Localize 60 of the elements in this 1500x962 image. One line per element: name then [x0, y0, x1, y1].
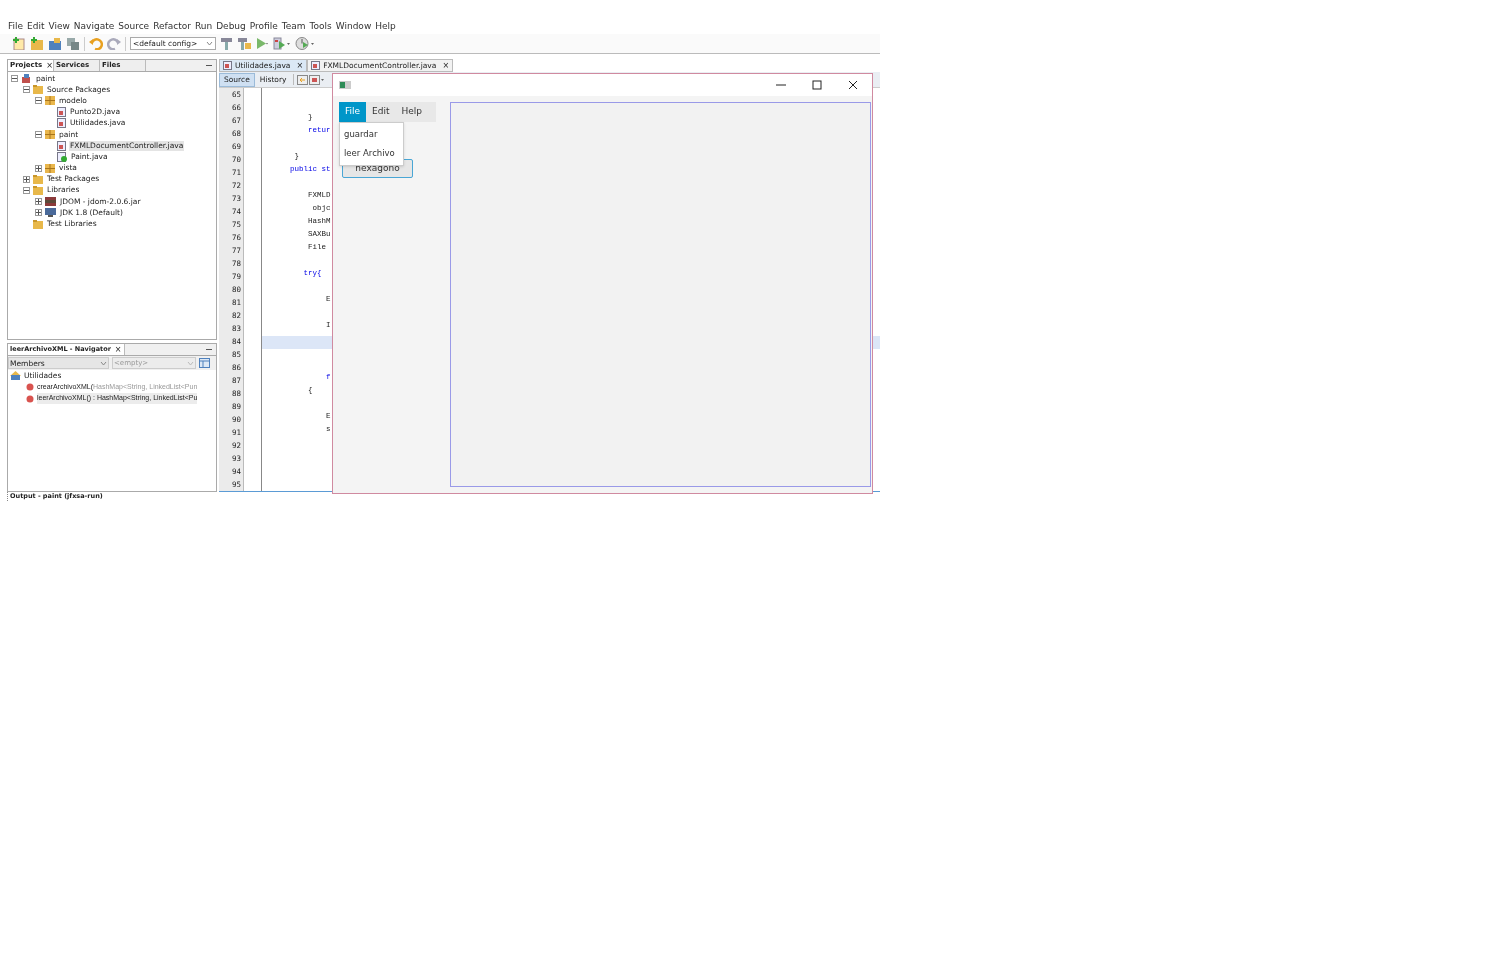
collapse-icon[interactable]: [22, 186, 30, 194]
app-icon: [339, 81, 351, 89]
menu-item[interactable]: File: [8, 20, 24, 34]
play-icon[interactable]: [255, 37, 269, 50]
back-icon[interactable]: [297, 74, 309, 85]
chevron-down-icon: [100, 360, 107, 366]
file-icon: [311, 61, 321, 70]
file-icon: [57, 140, 66, 151]
hammer-icon[interactable]: [220, 37, 233, 50]
file-icon: [57, 118, 66, 129]
new-file-icon[interactable]: [12, 37, 26, 50]
menu-option[interactable]: guardar: [340, 125, 403, 144]
menu-item[interactable]: Run: [194, 20, 213, 34]
close-icon[interactable]: ×: [46, 59, 53, 72]
forward-icon[interactable]: [309, 74, 326, 85]
file-icon: [57, 107, 66, 118]
file-icon: [223, 61, 232, 70]
undo-icon[interactable]: [89, 37, 103, 50]
chevron-down-icon: [187, 360, 194, 366]
close-icon[interactable]: ×: [296, 59, 304, 72]
menu-item[interactable]: Help: [395, 102, 429, 122]
menu-item[interactable]: View: [48, 20, 70, 34]
collapse-icon[interactable]: [34, 131, 42, 139]
new-project-icon[interactable]: [30, 37, 44, 50]
minimize-icon[interactable]: [206, 349, 212, 351]
folder-icon: [33, 174, 43, 184]
menu-item[interactable]: Tools: [309, 20, 332, 34]
menu-item[interactable]: Edit: [366, 102, 396, 122]
folder-icon: [33, 185, 43, 195]
menu-item[interactable]: Edit: [27, 20, 45, 34]
close-icon[interactable]: [848, 80, 858, 90]
package-icon: [45, 130, 55, 140]
close-icon[interactable]: ×: [114, 343, 122, 356]
redo-icon[interactable]: [107, 37, 121, 50]
debug-icon[interactable]: [273, 37, 291, 50]
profile-icon[interactable]: [295, 37, 315, 50]
package-icon: [45, 163, 55, 173]
jar-icon: [45, 197, 56, 207]
menu-item[interactable]: Window: [335, 20, 372, 34]
package-icon: [45, 96, 55, 106]
menu-item[interactable]: Help: [375, 20, 396, 34]
menu-item[interactable]: Source: [118, 20, 150, 34]
folder-icon: [33, 85, 43, 95]
maximize-icon[interactable]: [812, 80, 822, 90]
coffee-cup-icon: [21, 73, 32, 84]
menu-item[interactable]: Navigate: [73, 20, 115, 34]
menu-item[interactable]: Debug: [216, 20, 246, 34]
window-icon[interactable]: [199, 358, 210, 369]
monitor-icon: [45, 208, 56, 218]
menu-item[interactable]: Refactor: [153, 20, 191, 34]
run-file-icon: [57, 151, 67, 162]
menu-item[interactable]: Profile: [249, 20, 278, 34]
save-all-icon[interactable]: [66, 37, 80, 50]
close-icon[interactable]: ×: [442, 59, 450, 72]
menu-item[interactable]: Team: [281, 20, 306, 34]
chevron-down-icon: [206, 41, 213, 46]
class-icon: [10, 371, 21, 381]
folder-icon: [33, 219, 43, 229]
open-folder-icon[interactable]: [48, 37, 62, 50]
clean-build-icon[interactable]: [237, 37, 251, 50]
